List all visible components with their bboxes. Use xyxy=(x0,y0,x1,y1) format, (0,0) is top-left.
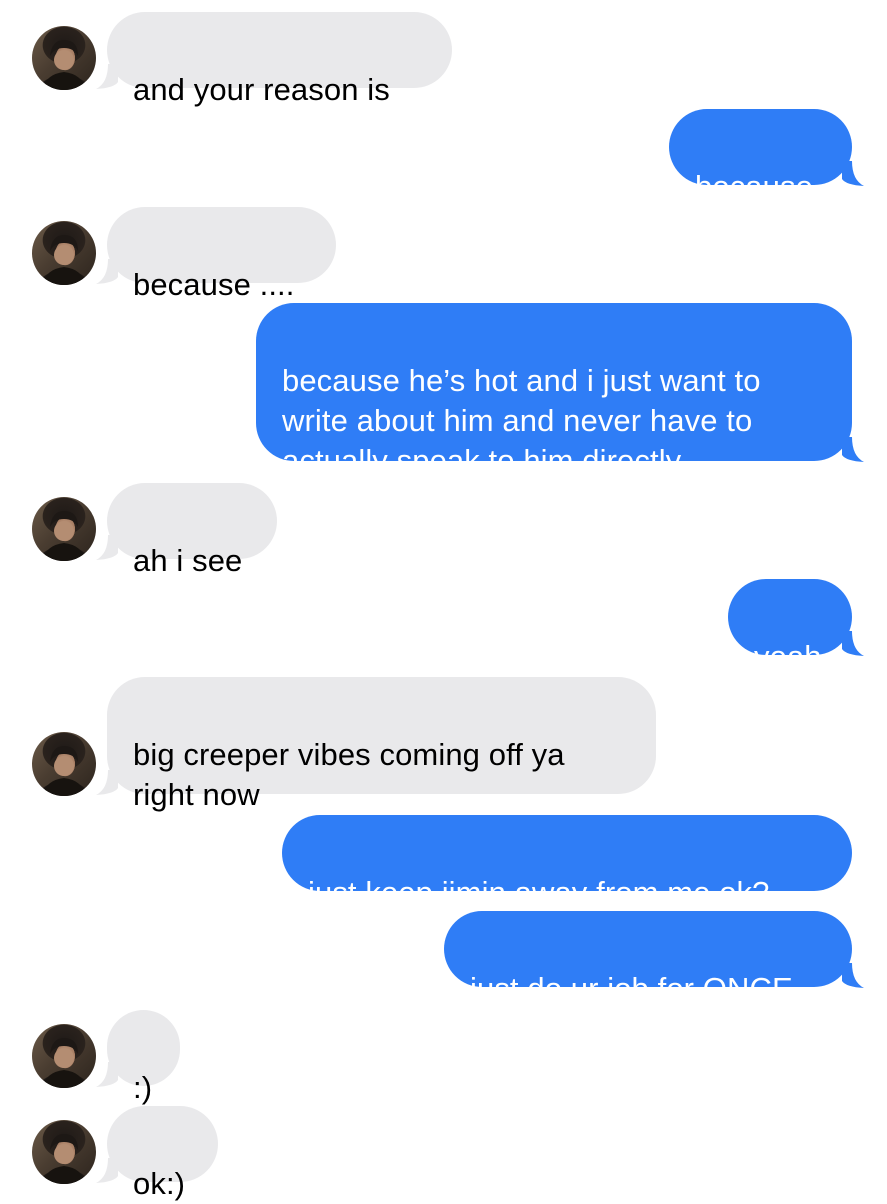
bubble-tail-incoming xyxy=(96,535,118,560)
message-bubble-outgoing[interactable]: because he’s hot and i just want to writ… xyxy=(256,303,852,478)
contact-avatar[interactable] xyxy=(32,26,96,90)
message-text: because xyxy=(695,169,813,204)
message-bubble-outgoing[interactable]: just do ur job for ONCE xyxy=(444,911,852,1006)
message-text: ah i see xyxy=(133,543,243,578)
bubble-tail-outgoing xyxy=(842,161,864,186)
message-text: because he’s hot and i just want to writ… xyxy=(282,363,761,478)
message-bubble-outgoing[interactable]: because xyxy=(669,109,852,204)
message-bubble-incoming[interactable]: ah i see xyxy=(107,483,277,578)
contact-avatar[interactable] xyxy=(32,221,96,285)
message-bubble-incoming[interactable]: big creeper vibes coming off ya right no… xyxy=(107,677,656,812)
message-text: :) xyxy=(133,1070,153,1105)
bubble-tail-outgoing xyxy=(842,437,864,462)
message-bubble-outgoing[interactable]: just keep jimin away from me ok? xyxy=(282,815,852,910)
contact-avatar[interactable] xyxy=(32,497,96,561)
message-text: ok:) xyxy=(133,1166,186,1201)
bubble-tail-incoming xyxy=(96,64,118,89)
message-text: just do ur job for ONCE xyxy=(470,971,793,1006)
message-text: yeah xyxy=(754,639,822,674)
message-bubble-incoming[interactable]: because .... xyxy=(107,207,336,302)
message-bubble-incoming[interactable]: ok:) xyxy=(107,1106,218,1201)
message-text: and your reason is xyxy=(133,72,390,107)
contact-avatar[interactable] xyxy=(32,732,96,796)
bubble-tail-incoming xyxy=(96,1062,118,1087)
message-text: because .... xyxy=(133,267,295,302)
contact-avatar[interactable] xyxy=(32,1024,96,1088)
message-text: big creeper vibes coming off ya right no… xyxy=(133,737,565,812)
contact-avatar[interactable] xyxy=(32,1120,96,1184)
message-bubble-outgoing[interactable]: yeah xyxy=(728,579,852,674)
bubble-tail-incoming xyxy=(96,1158,118,1183)
bubble-tail-outgoing xyxy=(842,631,864,656)
bubble-tail-outgoing xyxy=(842,963,864,988)
bubble-tail-incoming xyxy=(96,770,118,795)
message-text: just keep jimin away from me ok? xyxy=(308,875,770,910)
message-bubble-incoming[interactable]: and your reason is xyxy=(107,12,452,107)
bubble-tail-incoming xyxy=(96,259,118,284)
